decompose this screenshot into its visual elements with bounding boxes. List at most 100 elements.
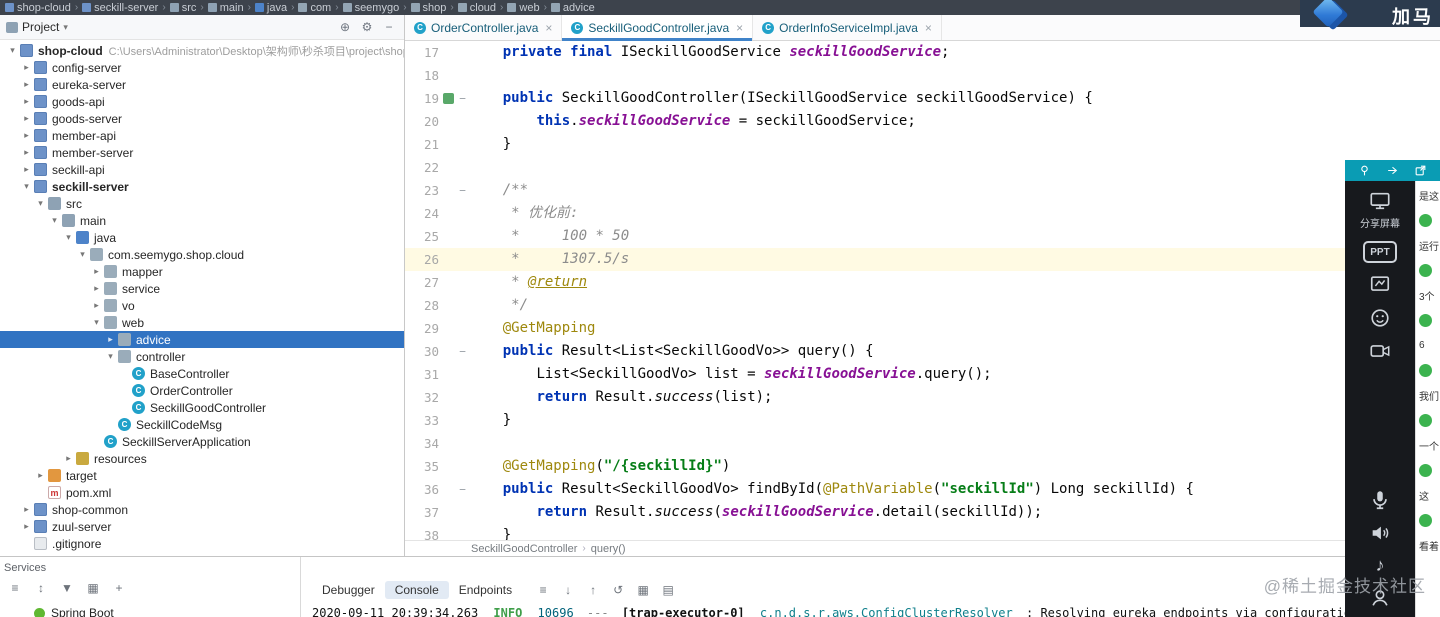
step-down-icon[interactable]: ↓ [561,583,575,597]
tree-item-.gitignore[interactable]: .gitignore [0,535,404,552]
chevron-down-icon[interactable]: ▾ [20,181,33,192]
tab-OrderController.java[interactable]: OrderController.java × [405,15,563,40]
code-line-17[interactable]: private final ISeckillGoodService seckil… [469,41,1440,64]
code-line-21[interactable]: } [469,133,1440,156]
breadcrumb-item[interactable]: advice [548,2,598,14]
locate-file-icon[interactable]: ⊕ [336,20,354,34]
chevron-right-icon[interactable]: ▸ [20,79,33,90]
tree-item-target[interactable]: ▸ target [0,467,404,484]
list-icon[interactable]: ≡ [536,583,550,597]
tree-item-src[interactable]: ▾ src [0,195,404,212]
code-line-35[interactable]: @GetMapping("/{seckillId}") [469,455,1440,478]
tree-item-SeckillServerApplication[interactable]: SeckillServerApplication [0,433,404,450]
tree-item-goods-api[interactable]: ▸ goods-api [0,93,404,110]
tree-item-controller[interactable]: ▾ controller [0,348,404,365]
chevron-down-icon[interactable]: ▾ [90,317,103,328]
tree-item-advice[interactable]: ▸ advice [0,331,404,348]
chevron-right-icon[interactable]: ▸ [20,521,33,532]
add-icon[interactable]: + [112,581,126,595]
breadcrumb-item[interactable]: web [504,2,542,14]
tree-item-service[interactable]: ▸ service [0,280,404,297]
tab-console[interactable]: Console [384,581,449,599]
tree-item-mapper[interactable]: ▸ mapper [0,263,404,280]
close-icon[interactable]: × [545,21,552,35]
close-icon[interactable]: × [925,21,932,35]
chevron-down-icon[interactable]: ▾ [63,22,68,33]
code-line-36[interactable]: public Result<SeckillGoodVo> findById(@P… [469,478,1440,501]
camera-button[interactable] [1369,340,1391,362]
gear-icon[interactable]: ⚙ [358,20,376,34]
breadcrumb-item[interactable]: seemygo [340,2,403,14]
screen-button[interactable]: 分享屏幕 [1360,190,1400,230]
arrow-icon[interactable] [1386,164,1399,177]
tree-item-member-server[interactable]: ▸ member-server [0,144,404,161]
tree-item-pom.xml[interactable]: pom.xml [0,484,404,501]
tree-item-BaseController[interactable]: BaseController [0,365,404,382]
breadcrumb-item[interactable]: shop-cloud [2,2,74,14]
chevron-right-icon[interactable]: ▸ [104,334,117,345]
tree-item-resources[interactable]: ▸ resources [0,450,404,467]
face-button[interactable] [1369,307,1391,329]
tree-item-vo[interactable]: ▸ vo [0,297,404,314]
chevron-right-icon[interactable]: ▸ [20,504,33,515]
code-line-37[interactable]: return Result.success(seckillGoodService… [469,501,1440,524]
fold-icon[interactable]: − [456,92,469,105]
fold-icon[interactable]: − [456,184,469,197]
chevron-right-icon[interactable]: ▸ [90,283,103,294]
tree-item-com.seemygo.shop.cloud[interactable]: ▾ com.seemygo.shop.cloud [0,246,404,263]
ppt-button[interactable]: PPT [1363,241,1397,263]
tool-window-tab-services[interactable]: Services [4,562,46,574]
tree-item-SeckillGoodController[interactable]: SeckillGoodController [0,399,404,416]
code-line-38[interactable]: } [469,524,1440,540]
code-line-30[interactable]: public Result<List<SeckillGoodVo>> query… [469,340,1440,363]
panel-icon[interactable]: ▤ [661,583,675,597]
tree-item-main[interactable]: ▾ main [0,212,404,229]
breadcrumb-item[interactable]: shop [408,2,450,14]
chevron-down-icon[interactable]: ▾ [104,351,117,362]
code-area[interactable]: private final ISeckillGoodService seckil… [469,41,1440,540]
code-line-28[interactable]: */ [469,294,1440,317]
tree-item-java[interactable]: ▾ java [0,229,404,246]
tree-item-shop-cloud[interactable]: ▾ shop-cloud C:\Users\Administrator\Deskto… [0,42,404,59]
code-line-20[interactable]: this.seckillGoodService = seckillGoodSer… [469,110,1440,133]
spring-boot-item[interactable]: Spring Boot [34,606,114,617]
tree-item-zuul-server[interactable]: ▸ zuul-server [0,518,404,535]
tree-item-member-api[interactable]: ▸ member-api [0,127,404,144]
breadcrumb-item[interactable]: SeckillGoodController [471,543,577,555]
tree-item-web[interactable]: ▾ web [0,314,404,331]
tree-item-goods-server[interactable]: ▸ goods-server [0,110,404,127]
chevron-right-icon[interactable]: ▸ [62,453,75,464]
fold-icon[interactable]: − [456,345,469,358]
chevron-down-icon[interactable]: ▾ [6,45,19,56]
list-icon[interactable]: ≡ [8,581,22,595]
chevron-right-icon[interactable]: ▸ [20,96,33,107]
filter-icon[interactable]: ▼ [60,581,74,595]
breadcrumb-item[interactable]: com [295,2,334,14]
grid-icon[interactable]: ▦ [86,581,100,595]
code-line-19[interactable]: public SeckillGoodController(ISeckillGoo… [469,87,1440,110]
chat-strip[interactable]: 是这 运行 3个 6 我们 一个这看着 [1415,181,1440,617]
chevron-down-icon[interactable]: ▾ [76,249,89,260]
chevron-right-icon[interactable]: ▸ [20,147,33,158]
tree-item-seckill-api[interactable]: ▸ seckill-api [0,161,404,178]
board-button[interactable] [1369,274,1391,296]
tree-item-SeckillCodeMsg[interactable]: SeckillCodeMsg [0,416,404,433]
tab-endpoints[interactable]: Endpoints [449,581,522,599]
chevron-down-icon[interactable]: ▾ [48,215,61,226]
chevron-right-icon[interactable]: ▸ [20,113,33,124]
tree-item-shop-common[interactable]: ▸ shop-common [0,501,404,518]
step-up-icon[interactable]: ↑ [586,583,600,597]
chevron-right-icon[interactable]: ▸ [90,300,103,311]
code-line-18[interactable] [469,64,1440,87]
rerun-icon[interactable]: ↺ [611,583,625,597]
mic-button[interactable] [1369,489,1391,511]
grid-icon[interactable]: ▦ [636,583,650,597]
code-line-25[interactable]: * 100 * 50 [469,225,1440,248]
share-icon[interactable] [1414,164,1427,177]
tab-SeckillGoodController.java[interactable]: SeckillGoodController.java × [562,15,754,41]
tree-item-seckill-server[interactable]: ▾ seckill-server [0,178,404,195]
chevron-right-icon[interactable]: ▸ [20,62,33,73]
chevron-right-icon[interactable]: ▸ [34,470,47,481]
code-line-24[interactable]: * 优化前: [469,202,1440,225]
code-line-33[interactable]: } [469,409,1440,432]
